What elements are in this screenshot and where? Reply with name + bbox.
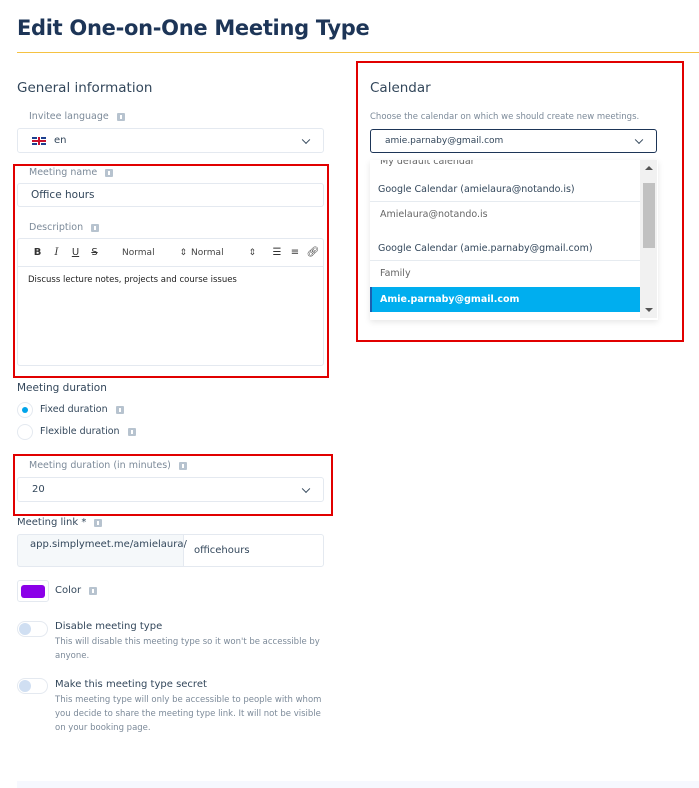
- calendar-select[interactable]: amie.parnaby@gmail.com: [370, 129, 657, 153]
- ordered-list-icon[interactable]: ☰: [268, 247, 286, 258]
- size-select-value: Normal: [191, 247, 224, 258]
- meeting-duration-label: Meeting duration: [17, 382, 107, 394]
- dropdown-option[interactable]: Family: [370, 264, 640, 284]
- info-icon[interactable]: [91, 223, 100, 232]
- bold-button[interactable]: B: [28, 247, 47, 258]
- description-editor[interactable]: Discuss lecture notes, projects and cour…: [17, 266, 324, 366]
- calendar-dropdown: My default calendar Google Calendar (ami…: [370, 160, 658, 320]
- disable-meeting-toggle[interactable]: [17, 621, 48, 637]
- info-icon[interactable]: [89, 586, 98, 595]
- info-icon[interactable]: [94, 518, 103, 527]
- dropdown-option[interactable]: My default calendar: [370, 160, 640, 170]
- meeting-link-label-text: Meeting link *: [17, 517, 87, 528]
- chevron-down-icon: [301, 484, 311, 493]
- calendar-section-title: Calendar: [370, 80, 431, 96]
- invitee-language-select[interactable]: en: [17, 128, 324, 153]
- chevron-down-icon: [634, 135, 644, 145]
- duration-minutes-value: 20: [32, 484, 45, 495]
- calendar-select-value: amie.parnaby@gmail.com: [385, 136, 504, 146]
- invitee-language-label: Invitee language: [29, 111, 125, 122]
- description-label: Description: [29, 222, 100, 233]
- meeting-name-input[interactable]: Office hours: [17, 183, 324, 207]
- font-select[interactable]: Normal ⇕: [122, 248, 187, 258]
- dropdown-divider: [370, 201, 640, 202]
- updown-arrows-icon: ⇕: [179, 247, 187, 258]
- size-select[interactable]: Normal ⇕: [191, 248, 256, 258]
- fixed-duration-label: Fixed duration: [40, 404, 124, 415]
- color-label-text: Color: [55, 585, 82, 596]
- secret-meeting-title: Make this meeting type secret: [55, 679, 207, 690]
- description-label-text: Description: [29, 222, 84, 233]
- flexible-duration-radio[interactable]: [17, 424, 33, 440]
- color-picker-button[interactable]: [17, 580, 49, 602]
- editor-toolbar: B I U S Normal ⇕ Normal ⇕ ☰ ≡ 🔗︎: [17, 238, 324, 266]
- scrollbar-thumb[interactable]: [643, 183, 655, 248]
- info-icon[interactable]: [116, 112, 125, 121]
- info-icon[interactable]: [115, 405, 124, 414]
- uk-flag-icon: [32, 136, 46, 145]
- dropdown-scrollbar[interactable]: [640, 160, 657, 318]
- chevron-down-icon: [301, 135, 311, 144]
- fixed-duration-text: Fixed duration: [40, 404, 108, 415]
- disable-meeting-description: This will disable this meeting type so i…: [55, 637, 320, 661]
- meeting-link-label: Meeting link *: [17, 517, 103, 528]
- secret-meeting-toggle[interactable]: [17, 678, 48, 694]
- dropdown-group-header: Google Calendar (amie.parnaby@gmail.com): [378, 243, 593, 254]
- meeting-link-prefix: app.simplymeet.me/amielaura/: [17, 534, 187, 567]
- link-icon[interactable]: 🔗︎: [304, 247, 322, 258]
- general-section-title: General information: [17, 80, 153, 96]
- meeting-name-label-text: Meeting name: [29, 167, 98, 178]
- font-select-value: Normal: [122, 247, 155, 258]
- flexible-duration-label: Flexible duration: [40, 426, 136, 437]
- footer-band: [17, 781, 699, 788]
- meeting-name-value: Office hours: [31, 189, 95, 201]
- strikethrough-button[interactable]: S: [85, 247, 104, 258]
- fixed-duration-radio[interactable]: [17, 402, 33, 418]
- dropdown-option[interactable]: Amielaura@notando.is: [370, 205, 640, 225]
- info-icon[interactable]: [178, 461, 187, 470]
- info-icon[interactable]: [127, 427, 136, 436]
- italic-button[interactable]: I: [47, 247, 66, 258]
- updown-arrows-icon: ⇕: [248, 247, 256, 258]
- calendar-hint: Choose the calendar on which we should c…: [370, 112, 640, 122]
- flexible-duration-text: Flexible duration: [40, 426, 120, 437]
- info-icon[interactable]: [105, 168, 114, 177]
- meeting-link-input[interactable]: officehours: [183, 534, 324, 567]
- color-label: Color: [55, 585, 98, 596]
- dropdown-group-header: Google Calendar (amielaura@notando.is): [378, 184, 575, 195]
- scroll-down-arrow-icon[interactable]: [645, 308, 653, 312]
- invitee-language-label-text: Invitee language: [29, 111, 109, 122]
- page-title: Edit One-on-One Meeting Type: [17, 16, 370, 40]
- secret-meeting-description: This meeting type will only be accessibl…: [55, 695, 322, 733]
- meeting-name-label: Meeting name: [29, 167, 114, 178]
- color-swatch-fill: [21, 585, 45, 598]
- bullet-list-icon[interactable]: ≡: [286, 247, 304, 258]
- duration-minutes-select[interactable]: 20: [17, 477, 324, 502]
- underline-button[interactable]: U: [66, 247, 85, 258]
- disable-meeting-title: Disable meeting type: [55, 621, 163, 632]
- scroll-up-arrow-icon[interactable]: [645, 166, 653, 170]
- title-divider: [17, 52, 699, 53]
- meeting-link-value: officehours: [194, 545, 250, 556]
- dropdown-option-selected[interactable]: Amie.parnaby@gmail.com: [370, 287, 640, 312]
- duration-minutes-label: Meeting duration (in minutes): [29, 460, 187, 471]
- dropdown-divider: [370, 260, 640, 261]
- invitee-language-value: en: [54, 135, 67, 146]
- duration-minutes-label-text: Meeting duration (in minutes): [29, 460, 171, 471]
